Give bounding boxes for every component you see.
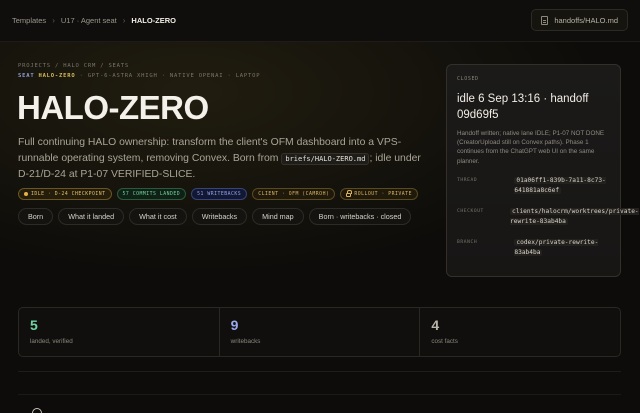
nav-pill-what-it-cost[interactable]: What it cost xyxy=(129,208,187,225)
stat-label: cost facts xyxy=(431,338,458,345)
status-dot-icon xyxy=(24,192,28,196)
nav-pill-timeline[interactable]: Born · writebacks · closed xyxy=(308,208,412,225)
project-path: PROJECTS / HALO CRM / SEATS xyxy=(18,63,130,69)
divider xyxy=(18,394,621,395)
stat-writebacks: 9 writebacks xyxy=(220,308,421,356)
top-bar: Templates › U17 · Agent seat › HALO-ZERO… xyxy=(0,0,640,42)
checkout-path[interactable]: clients/halocrm/worktrees/private-rewrit… xyxy=(510,207,639,226)
seat-name: HALO-ZERO xyxy=(38,73,76,79)
breadcrumb-item-agent-seat[interactable]: U17 · Agent seat xyxy=(61,16,117,25)
stat-label: writebacks xyxy=(230,338,261,345)
seat-model-info: · GPT-6-ASTRA XHIGH · NATIVE OPENAI · LA… xyxy=(79,73,261,79)
stat-label: landed, verified xyxy=(30,338,73,345)
card-status: CLOSED xyxy=(457,76,479,82)
status-badge-rollout: ROLLOUT · PRIVATE xyxy=(340,188,418,200)
stats-strip: 5 landed, verified 9 writebacks 4 cost f… xyxy=(18,307,621,357)
badge-label: ROLLOUT · PRIVATE xyxy=(354,191,412,197)
breadcrumb: Templates › U17 · Agent seat › HALO-ZERO xyxy=(12,16,176,25)
stat-landed: 5 landed, verified xyxy=(19,308,220,356)
page-title: HALO-ZERO xyxy=(17,89,209,126)
nav-pill-born[interactable]: Born xyxy=(18,208,54,225)
nav-pill-writebacks[interactable]: Writebacks xyxy=(191,208,248,225)
card-row-key: THREAD xyxy=(457,177,478,183)
document-icon xyxy=(541,15,549,25)
badge-label: 51 WRITEBACKS xyxy=(197,191,242,197)
divider xyxy=(18,371,621,372)
stat-value: 5 xyxy=(30,317,38,333)
thread-id[interactable]: 01a06ff1-839b-7a11-8c73-641881a8c6ef xyxy=(514,176,606,195)
handoff-file-button[interactable]: handoffs/HALO.md xyxy=(531,9,628,31)
badge-label: IDLE · D-24 CHECKPOINT xyxy=(31,191,106,197)
status-badge-client: CLIENT · OFM (CAMROH) xyxy=(252,188,336,200)
circle-icon xyxy=(32,408,42,413)
status-badges: IDLE · D-24 CHECKPOINT 57 COMMITS LANDED… xyxy=(18,188,418,200)
card-body: Handoff written; native lane IDLE; P1-07… xyxy=(457,130,605,165)
status-badge-commits: 57 COMMITS LANDED xyxy=(116,188,187,200)
nav-pill-what-it-landed[interactable]: What it landed xyxy=(58,208,125,225)
card-row-checkout: CHECKOUT clients/halocrm/worktrees/priva… xyxy=(457,207,639,228)
section-nav: Born What it landed What it cost Writeba… xyxy=(18,208,412,225)
breadcrumb-item-templates[interactable]: Templates xyxy=(12,16,46,25)
stat-cost-facts: 4 cost facts xyxy=(420,308,620,356)
card-row-key: CHECKOUT xyxy=(457,208,484,214)
stat-value: 9 xyxy=(230,317,239,333)
brief-file-link[interactable]: briefs/HALO-ZERO.md xyxy=(281,153,370,165)
seat-label: SEAT xyxy=(18,73,35,79)
stat-value: 4 xyxy=(431,317,440,333)
card-headline: idle 6 Sep 13:16 · handoff 09d69f5 xyxy=(457,93,589,121)
card-row-value[interactable]: 01a06ff1-839b-7a11-8c73-641881a8c6ef xyxy=(514,176,610,197)
breadcrumb-item-current: HALO-ZERO xyxy=(131,16,176,25)
chevron-right-icon: › xyxy=(122,16,126,25)
chevron-right-icon: › xyxy=(52,16,55,25)
handoff-file-label: handoffs/HALO.md xyxy=(554,15,618,25)
branch-name[interactable]: codex/private-rewrite-83ab4ba xyxy=(514,238,599,257)
card-row-key: BRANCH xyxy=(457,239,478,245)
card-row-value[interactable]: clients/halocrm/worktrees/private-rewrit… xyxy=(510,207,639,228)
seat-meta: SEAT HALO-ZERO · GPT-6-ASTRA XHIGH · NAT… xyxy=(18,73,260,79)
seat-description: Full continuing HALO ownership: transfor… xyxy=(18,135,430,183)
status-badge-writebacks: 51 WRITEBACKS xyxy=(191,188,248,200)
card-row-thread: THREAD 01a06ff1-839b-7a11-8c73-641881a8c… xyxy=(457,176,610,197)
nav-pill-mind-map[interactable]: Mind map xyxy=(252,208,304,225)
badge-label: 57 COMMITS LANDED xyxy=(122,191,181,197)
handoff-card: CLOSED idle 6 Sep 13:16 · handoff 09d69f… xyxy=(446,64,639,277)
badge-label: CLIENT · OFM (CAMROH) xyxy=(258,191,330,197)
card-row-value[interactable]: codex/private-rewrite-83ab4ba xyxy=(514,238,610,259)
lock-icon xyxy=(346,190,353,197)
status-badge-idle: IDLE · D-24 CHECKPOINT xyxy=(18,188,112,200)
card-row-branch: BRANCH codex/private-rewrite-83ab4ba xyxy=(457,238,610,259)
